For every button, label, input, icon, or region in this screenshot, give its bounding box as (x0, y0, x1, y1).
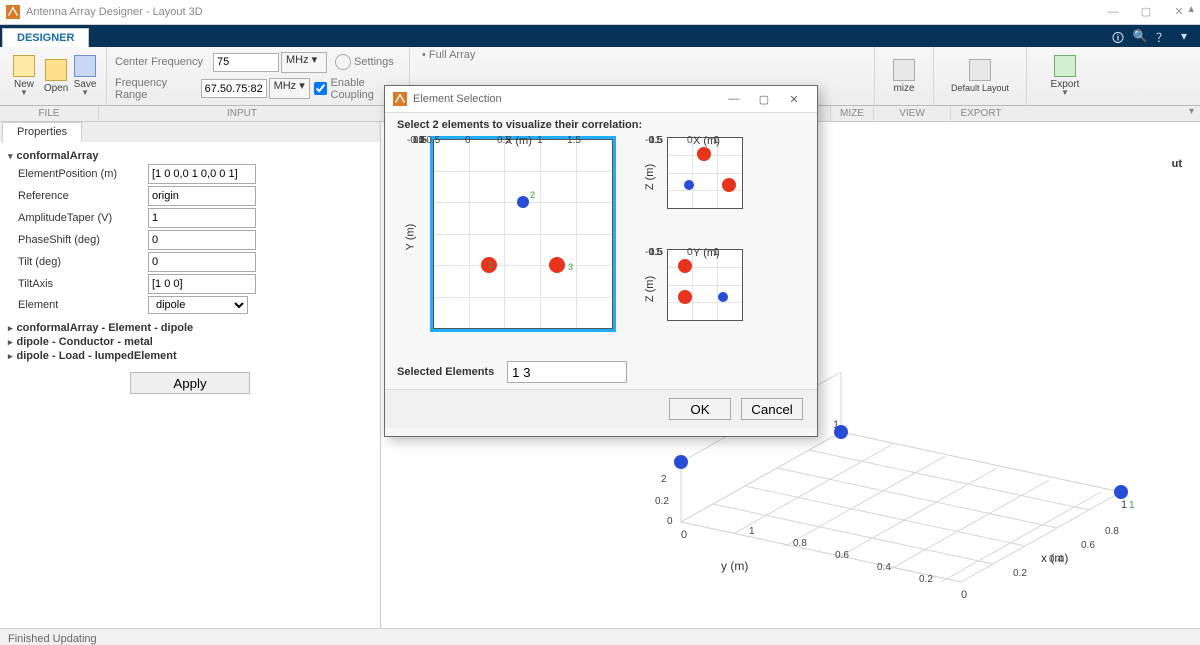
properties-panel: Properties conformalArray ElementPositio… (0, 122, 381, 628)
svg-text:2: 2 (661, 474, 667, 485)
properties-tab[interactable]: Properties (2, 122, 82, 142)
svg-text:0: 0 (667, 516, 673, 527)
element-select[interactable]: dipole (148, 296, 248, 314)
prop-input-0[interactable] (148, 164, 256, 184)
help-question-icon[interactable]: ？ (1152, 29, 1172, 45)
ok-button[interactable]: OK (669, 398, 731, 420)
svg-text:0.2: 0.2 (655, 496, 669, 507)
window-titlebar: Antenna Array Designer - Layout 3D — ▢ ✕ (0, 0, 1200, 25)
apply-button[interactable]: Apply (130, 372, 250, 394)
svg-text:0: 0 (961, 589, 967, 601)
default-layout-button[interactable]: Default Layout (945, 52, 1015, 100)
element-label: Element (18, 299, 148, 311)
group-export: Export▼ (1027, 47, 1103, 105)
group-file: New▼ Open Save▼ (0, 47, 107, 105)
help-search-icon[interactable]: 🔍 (1130, 29, 1150, 45)
xz-plot[interactable]: 1.5 1 0.5 -0.5 0 1 X (m) Z (m) (645, 135, 755, 235)
export-button[interactable]: Export▼ (1044, 52, 1086, 100)
svg-text:1: 1 (749, 526, 755, 537)
settings-gear-icon[interactable] (335, 54, 351, 70)
settings-label[interactable]: Settings (354, 56, 394, 68)
section-conformal-array[interactable]: conformalArray (8, 150, 372, 162)
svg-text:0: 0 (681, 529, 687, 541)
minimize-icon[interactable]: — (1098, 1, 1128, 23)
svg-text:0.2: 0.2 (1013, 568, 1027, 579)
ribbon-collapse-icon[interactable]: ▴ (1188, 2, 1194, 15)
open-button[interactable]: Open (40, 52, 72, 100)
center-freq-label: Center Frequency (115, 56, 213, 68)
group-view: Default Layout (934, 47, 1027, 105)
prop-label: TiltAxis (18, 278, 148, 290)
prop-label: Reference (18, 190, 148, 202)
element-selection-dialog: Element Selection — ▢ ✕ Select 2 element… (384, 85, 818, 437)
dialog-prompt: Select 2 elements to visualize their cor… (385, 113, 817, 131)
prop-input-4[interactable] (148, 252, 256, 272)
svg-text:1: 1 (1121, 499, 1127, 511)
svg-text:0.6: 0.6 (1081, 540, 1095, 551)
new-button[interactable]: New▼ (8, 52, 40, 100)
tab-designer[interactable]: DESIGNER (2, 28, 89, 47)
help-icon[interactable]: 🛈 (1108, 29, 1128, 45)
svg-text:0.8: 0.8 (793, 538, 807, 549)
svg-text:0.2: 0.2 (919, 574, 933, 585)
layout-title: ut (1172, 158, 1182, 170)
prop-input-1[interactable] (148, 186, 256, 206)
freq-range-input[interactable] (201, 79, 267, 98)
full-array-label[interactable]: Full Array (429, 49, 475, 61)
center-freq-unit[interactable]: MHz ▾ (281, 52, 327, 73)
group-input: Center Frequency MHz ▾ Settings Frequenc… (107, 47, 410, 105)
status-bar: Finished Updating (0, 628, 1200, 645)
svg-text:y (m): y (m) (721, 559, 748, 573)
prop-label: AmplitudeTaper (V) (18, 212, 148, 224)
selected-elements-label: Selected Elements (397, 366, 507, 378)
ribbon-tabbar: DESIGNER 🛈 🔍 ？ ▾ (0, 25, 1200, 47)
svg-text:1: 1 (1129, 500, 1135, 511)
prop-input-5[interactable] (148, 274, 256, 294)
dialog-minimize-icon[interactable]: — (719, 93, 749, 105)
maximize-icon[interactable]: ▢ (1131, 1, 1161, 23)
cancel-button[interactable]: Cancel (741, 398, 803, 420)
chevron-down-icon[interactable]: ▾ (1189, 106, 1194, 121)
xy-plot[interactable]: 1 3 2 2 1.5 1 0.5 0 -0.5 -1 -0.5 0 0.5 1… (393, 135, 623, 355)
svg-text:0.4: 0.4 (877, 562, 891, 573)
save-button[interactable]: Save▼ (72, 52, 98, 100)
point-3[interactable] (549, 257, 565, 273)
section-element-dipole[interactable]: conformalArray - Element - dipole (8, 322, 372, 334)
section-load-lumped[interactable]: dipole - Load - lumpedElement (8, 350, 372, 362)
prop-label: Tilt (deg) (18, 256, 148, 268)
app-icon (6, 5, 20, 19)
prop-input-3[interactable] (148, 230, 256, 250)
collapse-ribbon-icon[interactable]: ▾ (1174, 29, 1194, 45)
point-2[interactable] (517, 196, 529, 208)
prop-label: PhaseShift (deg) (18, 234, 148, 246)
svg-text:0.6: 0.6 (835, 550, 849, 561)
selected-elements-input[interactable] (507, 361, 627, 383)
svg-text:0.8: 0.8 (1105, 526, 1119, 537)
svg-text:0.4: 0.4 (1049, 554, 1063, 565)
status-text: Finished Updating (8, 633, 97, 645)
freq-range-unit[interactable]: MHz ▾ (269, 78, 310, 99)
dialog-app-icon (393, 92, 407, 106)
yz-plot[interactable]: 1.5 1 0.5 -0.5 0 1 Y (m) Z (m) (645, 247, 755, 347)
section-conductor-metal[interactable]: dipole - Conductor - metal (8, 336, 372, 348)
dialog-title: Element Selection (413, 93, 719, 105)
group-optimize: mize (875, 47, 934, 105)
optimize-button[interactable]: mize (887, 52, 921, 100)
prop-label: ElementPosition (m) (18, 168, 148, 180)
freq-range-label: Frequency Range (115, 77, 201, 101)
dialog-maximize-icon[interactable]: ▢ (749, 93, 779, 106)
dialog-close-icon[interactable]: ✕ (779, 93, 809, 106)
center-freq-input[interactable] (213, 53, 279, 72)
enable-coupling-checkbox[interactable] (314, 80, 327, 97)
prop-input-2[interactable] (148, 208, 256, 228)
window-title: Antenna Array Designer - Layout 3D (26, 6, 1098, 18)
